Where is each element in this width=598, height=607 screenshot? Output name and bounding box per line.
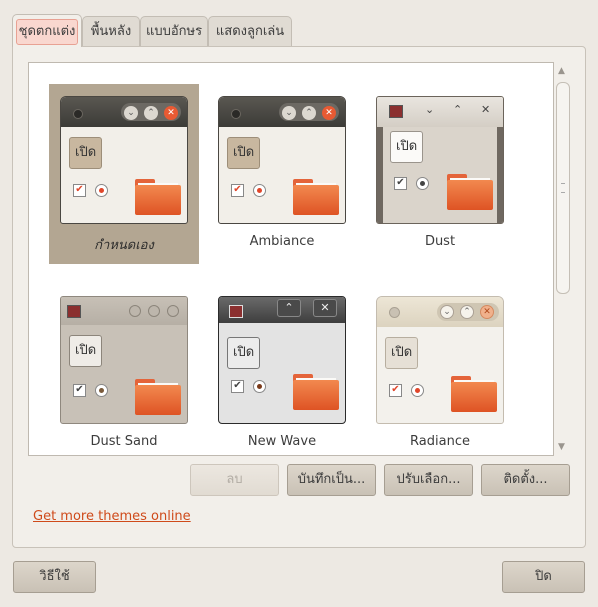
radio-icon [416, 177, 429, 190]
radio-icon [411, 384, 424, 397]
tab-visual-effects-label: แสดงลูกเล่น [215, 24, 285, 39]
get-more-themes-link[interactable]: Get more themes online [33, 509, 191, 524]
minimize-icon: ⌄ [124, 106, 138, 120]
tab-background[interactable]: พื้นหลัง [82, 16, 140, 46]
preview-open-button: เปิด [69, 335, 103, 367]
theme-item-ambiance[interactable]: ⌄ ⌃ ✕ เปิด ✔ Ambiance [207, 84, 357, 264]
tab-fonts-label: แบบอักษร [145, 24, 203, 39]
maximize-icon: ⌃ [277, 299, 301, 317]
checkbox-icon: ✔ [231, 380, 244, 393]
checkbox-icon: ✔ [389, 384, 402, 397]
radio-icon [253, 380, 266, 393]
theme-item-dust-sand[interactable]: เปิด ✔ Dust Sand [49, 284, 199, 455]
folder-icon [135, 379, 181, 415]
theme-gallery: ⌄ ⌃ ✕ เปิด ✔ กำหนดเอง ⌄ ⌃ ✕ เปิด ✔ Ambia… [28, 62, 554, 456]
radio-icon [253, 184, 266, 197]
preview-open-button: เปิด [385, 337, 419, 369]
theme-name: Ambiance [249, 234, 315, 249]
folder-icon [135, 179, 181, 215]
checkbox-icon: ✔ [73, 384, 86, 397]
scroll-up-icon[interactable]: ▲ [558, 66, 565, 76]
scroll-thumb[interactable] [556, 82, 570, 294]
theme-preview: ⌄ ⌃ ✕ เปิด ✔ [376, 96, 504, 224]
save-as-button[interactable]: บันทึกเป็น... [287, 464, 376, 496]
window-menu-icon [67, 305, 81, 318]
theme-item-custom[interactable]: ⌄ ⌃ ✕ เปิด ✔ กำหนดเอง [49, 84, 199, 264]
theme-preview: ⌄ ⌃ ✕ เปิด ✔ [218, 96, 346, 224]
window-menu-icon [389, 105, 403, 118]
theme-preview: ⌄ ⌃ ✕ เปิด ✔ [376, 296, 504, 424]
theme-preview: ⌃ ✕ เปิด ✔ [218, 296, 346, 424]
radio-icon [95, 384, 108, 397]
tab-visual-effects[interactable]: แสดงลูกเล่น [208, 16, 292, 46]
folder-icon [447, 174, 493, 210]
checkbox-icon: ✔ [394, 177, 407, 190]
folder-icon [293, 179, 339, 215]
scroll-down-icon[interactable]: ▼ [558, 442, 565, 452]
theme-preview: เปิด ✔ [60, 296, 188, 424]
maximize-icon: ⌃ [460, 305, 474, 319]
tab-fonts[interactable]: แบบอักษร [140, 16, 208, 46]
theme-name: New Wave [247, 434, 317, 449]
theme-name: Dust [424, 234, 456, 249]
theme-item-new-wave[interactable]: ⌃ ✕ เปิด ✔ New Wave [207, 284, 357, 455]
theme-item-radiance[interactable]: ⌄ ⌃ ✕ เปิด ✔ Radiance [365, 284, 515, 455]
help-button[interactable]: วิธีใช้ [13, 561, 96, 593]
preview-open-button: เปิด [69, 137, 103, 169]
minimize-icon: ⌄ [440, 305, 454, 319]
close-icon: ✕ [322, 106, 336, 120]
maximize-icon [148, 305, 160, 317]
close-icon: ✕ [164, 106, 178, 120]
minimize-icon: ⌄ [425, 103, 435, 116]
maximize-icon: ⌃ [453, 103, 463, 116]
maximize-icon: ⌃ [144, 106, 158, 120]
preview-open-button: เปิด [390, 131, 424, 163]
close-icon: ✕ [313, 299, 337, 317]
customize-button[interactable]: ปรับเลือก... [384, 464, 473, 496]
maximize-icon: ⌃ [302, 106, 316, 120]
theme-name: กำหนดเอง [94, 238, 154, 253]
window-menu-icon [231, 109, 241, 119]
install-button[interactable]: ติดตั้ง... [481, 464, 570, 496]
preview-open-button: เปิด [227, 137, 261, 169]
window-menu-icon [73, 109, 83, 119]
minimize-icon [129, 305, 141, 317]
window-menu-icon [229, 305, 243, 318]
delete-button[interactable]: ลบ [190, 464, 279, 496]
gallery-scrollbar[interactable]: ▲ ▼ [554, 62, 572, 456]
tab-theme[interactable]: ชุดตกแต่ง [12, 14, 82, 47]
close-button[interactable]: ปิด [502, 561, 585, 593]
tab-background-label: พื้นหลัง [90, 24, 132, 39]
theme-name: Dust Sand [90, 434, 158, 449]
theme-name: Radiance [410, 434, 470, 449]
folder-icon [293, 374, 339, 410]
checkbox-icon: ✔ [231, 184, 244, 197]
theme-preview: ⌄ ⌃ ✕ เปิด ✔ [60, 96, 188, 224]
window-menu-icon [389, 307, 400, 318]
minimize-icon: ⌄ [282, 106, 296, 120]
folder-icon [451, 376, 497, 412]
close-icon: ✕ [481, 103, 491, 116]
theme-item-dust[interactable]: ⌄ ⌃ ✕ เปิด ✔ Dust [365, 84, 515, 264]
close-icon [167, 305, 179, 317]
radio-icon [95, 184, 108, 197]
tab-theme-label: ชุดตกแต่ง [15, 19, 79, 45]
close-icon: ✕ [480, 305, 494, 319]
checkbox-icon: ✔ [73, 184, 86, 197]
preview-open-button: เปิด [227, 337, 261, 369]
